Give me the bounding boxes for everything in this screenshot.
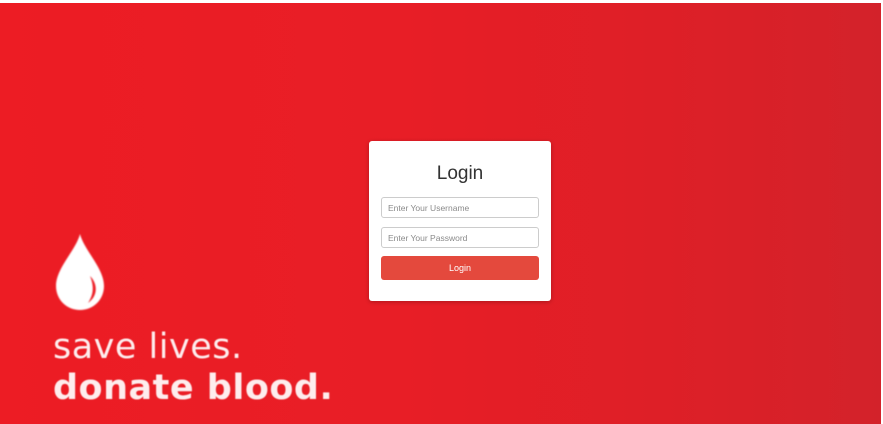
login-button[interactable]: Login: [381, 256, 539, 280]
blood-drop-icon: [56, 234, 104, 310]
password-input[interactable]: [381, 227, 539, 248]
slogan-line-donate-blood: donate blood.: [53, 368, 334, 408]
slogan-line-save-lives: save lives.: [53, 327, 243, 367]
slogan: save lives. donate blood.: [53, 330, 333, 406]
login-title: Login: [436, 163, 484, 184]
username-input[interactable]: [381, 197, 539, 218]
